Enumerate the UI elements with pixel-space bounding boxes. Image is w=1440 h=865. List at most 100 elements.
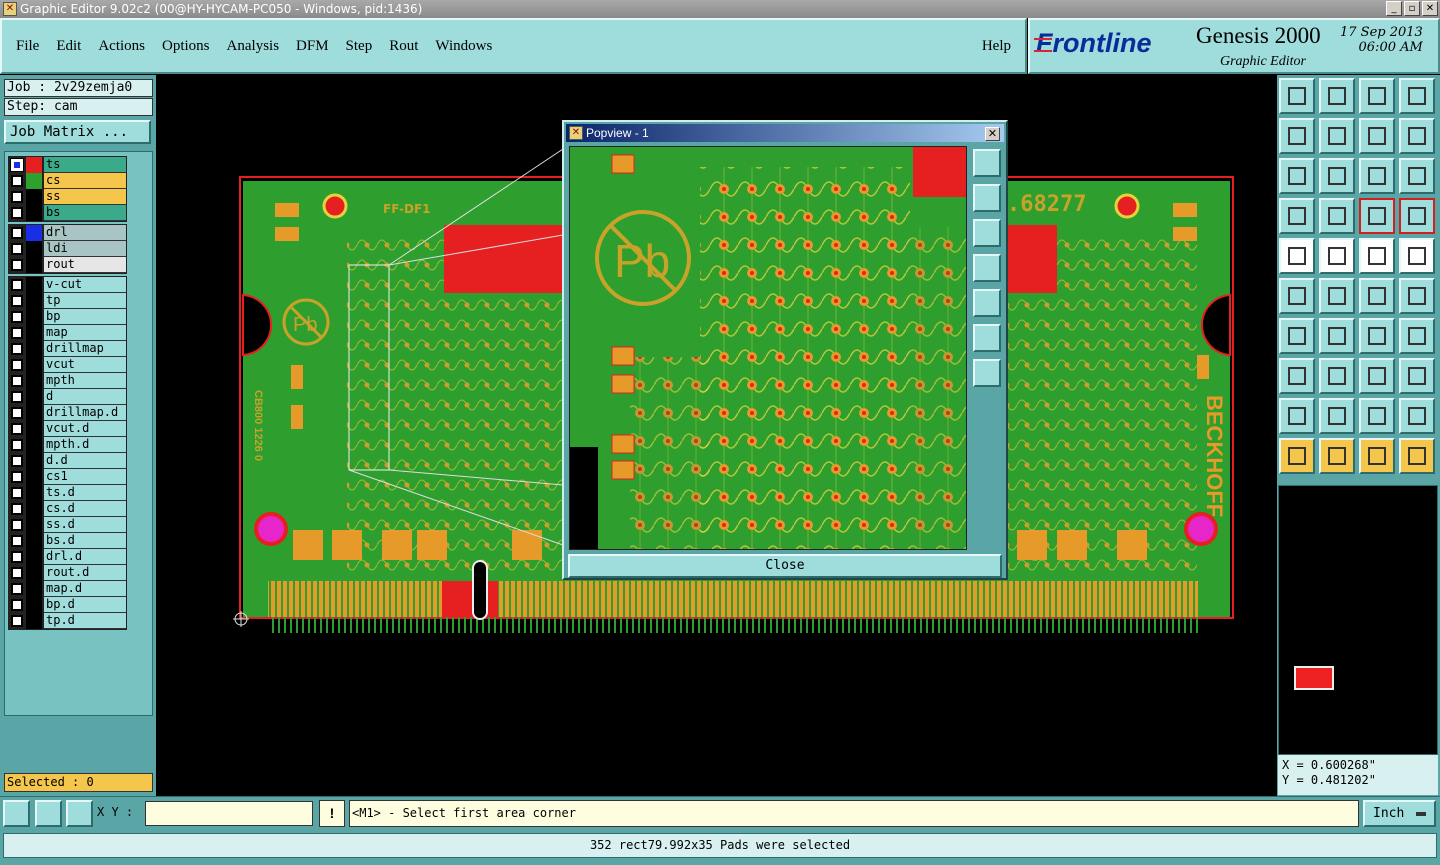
layer-checkbox[interactable]	[10, 158, 24, 172]
pen-icon[interactable]	[1279, 198, 1315, 234]
layer-checkbox[interactable]	[11, 207, 23, 219]
layer-color-swatch[interactable]	[26, 469, 42, 485]
layer-row[interactable]: tp	[9, 293, 126, 309]
fit-icon[interactable]	[1279, 158, 1315, 194]
layer-row[interactable]: bs	[9, 205, 126, 221]
layer-color-swatch[interactable]	[26, 581, 42, 597]
layer-color-swatch[interactable]	[26, 373, 42, 389]
layer-row[interactable]: bp	[9, 309, 126, 325]
popview-close-icon[interactable]: ✕	[985, 127, 1000, 141]
layer-name[interactable]: bp	[44, 309, 126, 325]
layer-name[interactable]: d.d	[44, 453, 126, 469]
layer-row[interactable]: d.d	[9, 453, 126, 469]
move-shape-icon[interactable]	[1279, 358, 1315, 394]
layer-name[interactable]: map	[44, 325, 126, 341]
popview-pan-down-icon[interactable]	[973, 219, 1001, 247]
layer-checkbox[interactable]	[11, 243, 23, 255]
menu-windows[interactable]: Windows	[435, 38, 492, 55]
layer-checkbox[interactable]	[11, 359, 23, 371]
layer-color-swatch[interactable]	[26, 257, 42, 273]
layer-name[interactable]: bs.d	[44, 533, 126, 549]
pointer-icon[interactable]	[1279, 438, 1315, 474]
layer-row[interactable]: map	[9, 325, 126, 341]
menu-edit[interactable]: Edit	[56, 38, 81, 55]
move-right-icon[interactable]	[1319, 118, 1355, 154]
layer-name[interactable]: ldi	[44, 241, 126, 257]
layer-row[interactable]: ldi	[9, 241, 126, 257]
layer-row[interactable]: ss.d	[9, 517, 126, 533]
diag-node-icon[interactable]	[1399, 278, 1435, 314]
layer-color-swatch[interactable]	[26, 517, 42, 533]
layer-color-swatch[interactable]	[26, 437, 42, 453]
layer-color-swatch[interactable]	[26, 421, 42, 437]
layer-name[interactable]: tp.d	[44, 613, 126, 629]
rotate-icon[interactable]	[1359, 318, 1395, 354]
layer-checkbox[interactable]	[11, 175, 23, 187]
layer-checkbox[interactable]	[11, 279, 23, 291]
export-up-icon[interactable]	[1279, 78, 1315, 114]
layer-row[interactable]: ts	[9, 157, 126, 173]
layer-name[interactable]: v-cut	[44, 277, 126, 293]
layer-color-swatch[interactable]	[26, 389, 42, 405]
layer-checkbox[interactable]	[11, 583, 23, 595]
layer-name[interactable]: mpth.d	[44, 437, 126, 453]
pointer-box-icon[interactable]	[1319, 438, 1355, 474]
pointer-path-icon[interactable]	[1399, 438, 1435, 474]
popview-close-button[interactable]: Close	[568, 554, 1002, 578]
layer-name[interactable]: map.d	[44, 581, 126, 597]
layer-checkbox[interactable]	[11, 519, 23, 531]
menu-step[interactable]: Step	[346, 38, 373, 55]
zoom-fit-icon[interactable]	[1319, 158, 1355, 194]
popview-zoom-home-icon[interactable]	[973, 149, 1001, 177]
layer-color-swatch[interactable]	[26, 225, 42, 241]
layer-row[interactable]: cs1	[9, 469, 126, 485]
layer-name[interactable]: ss.d	[44, 517, 126, 533]
arch-fill-icon[interactable]	[1359, 398, 1395, 434]
layer-checkbox[interactable]	[11, 439, 23, 451]
layer-checkbox[interactable]	[11, 471, 23, 483]
home-icon[interactable]	[1359, 78, 1395, 114]
layer-name[interactable]: bs	[44, 205, 126, 221]
layer-color-swatch[interactable]	[26, 597, 42, 613]
layer-color-swatch[interactable]	[26, 613, 42, 629]
layer-checkbox[interactable]	[11, 503, 23, 515]
layer-checkbox[interactable]	[11, 259, 23, 271]
layer-row[interactable]: drl	[9, 225, 126, 241]
layer-row[interactable]: rout	[9, 257, 126, 273]
layer-row[interactable]: mpth.d	[9, 437, 126, 453]
layer-color-swatch[interactable]	[26, 277, 42, 293]
layer-row[interactable]: vcut.d	[9, 421, 126, 437]
layer-checkbox[interactable]	[11, 407, 23, 419]
line-node-icon[interactable]	[1359, 278, 1395, 314]
layer-row[interactable]: mpth	[9, 373, 126, 389]
layer-name[interactable]: mpth	[44, 373, 126, 389]
layer-checkbox[interactable]	[11, 423, 23, 435]
layer-name[interactable]: drl	[44, 225, 126, 241]
layer-color-swatch[interactable]	[26, 453, 42, 469]
menu-rout[interactable]: Rout	[389, 38, 418, 55]
layer-color-swatch[interactable]	[26, 565, 42, 581]
ruler-icon[interactable]	[1359, 238, 1395, 274]
unit-selector[interactable]: Inch	[1363, 800, 1436, 827]
snap-red-icon[interactable]	[1359, 198, 1395, 234]
flip-icon[interactable]	[1319, 358, 1355, 394]
split-icon[interactable]	[1399, 318, 1435, 354]
layer-checkbox[interactable]	[11, 227, 23, 239]
snap-blue-icon[interactable]	[1399, 198, 1435, 234]
layer-color-swatch[interactable]	[26, 501, 42, 517]
popview-pan-up-icon[interactable]	[973, 184, 1001, 212]
slash-icon[interactable]	[1319, 318, 1355, 354]
popview-pan-left-icon[interactable]	[973, 254, 1001, 282]
layer-row[interactable]: ss	[9, 189, 126, 205]
layer-color-swatch[interactable]	[26, 309, 42, 325]
layer-row[interactable]: tp.d	[9, 613, 126, 629]
cut-line-icon[interactable]	[1319, 238, 1355, 274]
layer-color-swatch[interactable]	[26, 485, 42, 501]
layer-name[interactable]: cs	[44, 173, 126, 189]
layer-name[interactable]: drl.d	[44, 549, 126, 565]
popview-zoom-in-icon[interactable]	[973, 324, 1001, 352]
layer-row[interactable]: v-cut	[9, 277, 126, 293]
layer-checkbox[interactable]	[11, 295, 23, 307]
layer-name[interactable]: d	[44, 389, 126, 405]
grid-snap-icon[interactable]	[66, 800, 93, 827]
